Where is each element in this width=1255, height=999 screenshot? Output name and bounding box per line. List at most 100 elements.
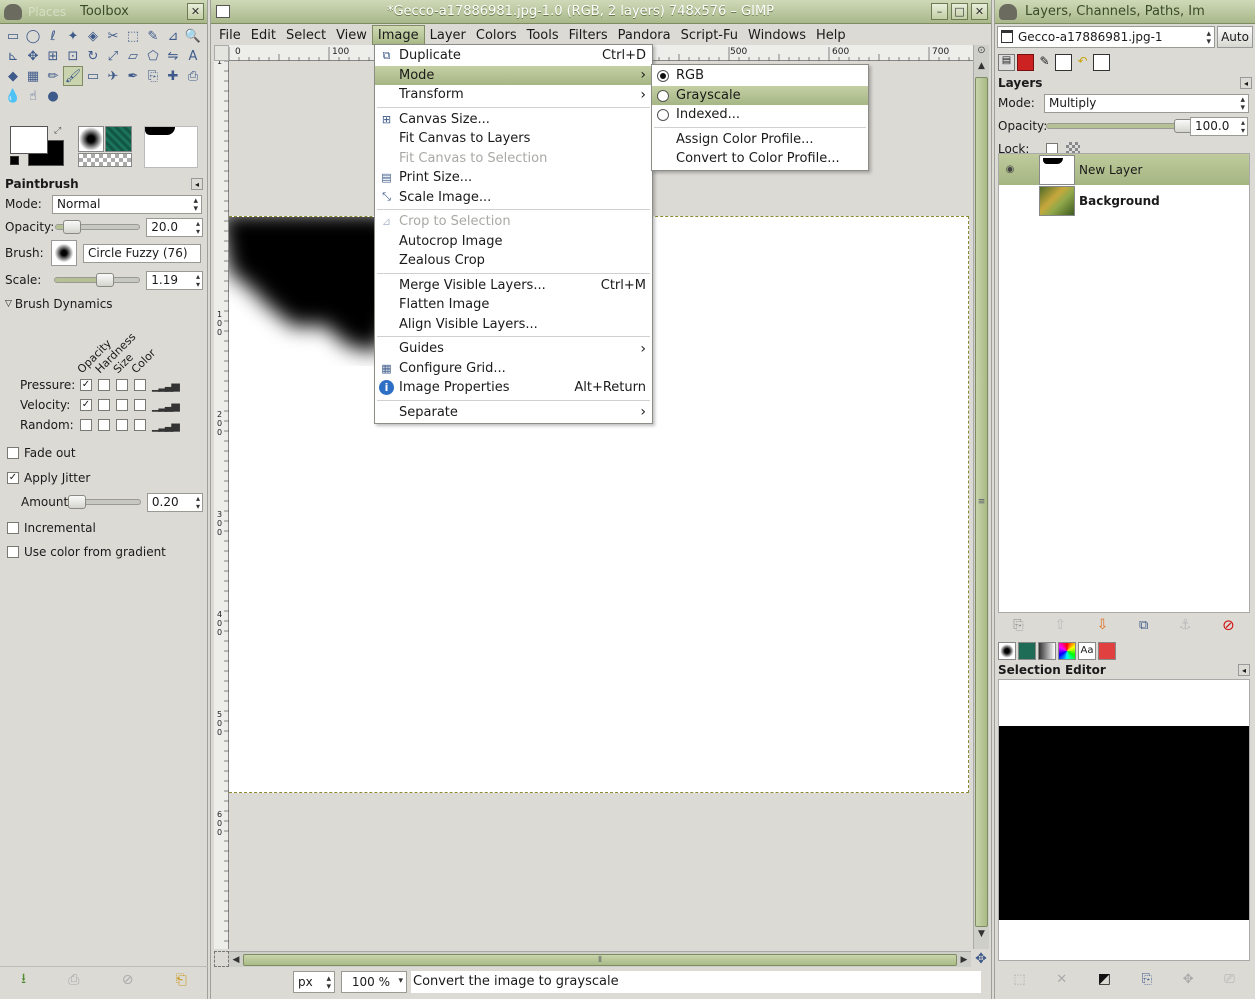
menu-item-indexed[interactable]: Indexed... [652,105,868,125]
dynamics-checkbox[interactable] [98,399,110,411]
save-to-channel-icon[interactable]: ⎘ [1142,972,1152,987]
selection-to-path-icon[interactable]: ✥ [1183,972,1194,987]
close-icon[interactable]: ✕ [971,3,988,20]
menu-file[interactable]: File [214,25,246,45]
amount-spinbox[interactable]: 0.20 ▴ ▾ [146,492,203,512]
scroll-right-icon[interactable]: ▶ [957,955,971,965]
tab-patterns[interactable] [1018,642,1036,660]
tab-images[interactable] [1093,53,1110,71]
select-none-icon[interactable]: ✕ [1056,972,1067,987]
image-select[interactable]: Gecco-a17886981.jpg-1 ▴ ▾ [997,26,1215,48]
menu-item-autocrop-image[interactable]: Autocrop Image [375,232,652,252]
fg-bg-colors[interactable]: ⤢ [10,126,66,168]
scale-icon[interactable]: ⤢ [103,46,123,66]
flip-icon[interactable]: ⇋ [163,46,183,66]
save-options-icon[interactable]: ⭳ [21,968,26,992]
tab-paths[interactable]: ✎ [1036,54,1053,71]
menu-windows[interactable]: Windows [743,25,811,45]
delete-layer-icon[interactable]: ⊘ [1222,616,1235,634]
active-gradient[interactable] [78,153,132,167]
ink-icon[interactable]: ✒ [123,66,143,86]
dynamics-checkbox[interactable] [116,419,128,431]
panel-menu-icon[interactable]: ◂ [1240,77,1252,89]
delete-options-icon[interactable]: ⊘ [122,972,134,988]
menu-help[interactable]: Help [811,25,851,45]
spin-arrows-icon[interactable]: ▴ ▾ [196,494,200,511]
tab-colormap[interactable] [1055,53,1072,71]
tab-undo[interactable]: ↶ [1074,54,1091,71]
menu-tools[interactable]: Tools [522,25,564,45]
menu-item-separate[interactable]: Separate › [375,403,652,423]
spin-arrows-icon[interactable]: ▴ ▾ [1241,118,1245,135]
stroke-selection-icon[interactable]: ⎚ [1224,972,1234,987]
menu-select[interactable]: Select [281,25,331,45]
paint-mode-select[interactable]: Normal ▴ ▾ [52,194,202,214]
menu-item-fit-canvas-to-layers[interactable]: Fit Canvas to Layers [375,129,652,149]
color-picker-icon[interactable]: ⊿ [163,26,183,46]
menu-image[interactable]: Image [371,25,425,45]
dynamics-checkbox[interactable] [134,419,146,431]
menu-item-align-visible-layers[interactable]: Align Visible Layers... [375,315,652,335]
brush-dynamics-expander[interactable]: ▽ Brush Dynamics [0,293,208,315]
perspective-clone-icon[interactable]: ⎙ [183,66,203,86]
duplicate-layer-icon[interactable]: ⧉ [1139,618,1148,633]
heal-icon[interactable]: ✚ [163,66,183,86]
tab-brushes[interactable] [998,642,1016,660]
dynamics-checkbox[interactable] [134,379,146,391]
blur-icon[interactable]: 💧 [3,86,23,106]
layer-row[interactable]: Background [999,185,1249,216]
dynamics-checkbox[interactable]: ✓ [80,399,92,411]
menu-layer[interactable]: Layer [425,25,471,45]
horizontal-scrollbar[interactable]: ◀ ⦀ ▶ [229,951,971,967]
menu-item-image-properties[interactable]: i Image Properties Alt+Return [375,378,652,398]
measure-icon[interactable]: ⊾ [3,46,23,66]
dynamics-checkbox[interactable] [98,379,110,391]
image-titlebar[interactable]: *Gecco-a17886981.jpg-1.0 (RGB, 2 layers)… [211,0,991,24]
menu-colors[interactable]: Colors [471,25,522,45]
blend-icon[interactable]: ▦ [23,66,43,86]
smudge-icon[interactable]: ☝ [23,86,43,106]
swap-colors-icon[interactable]: ⤢ [54,126,61,136]
menu-edit[interactable]: Edit [246,25,281,45]
opacity-slider[interactable] [54,220,141,234]
unit-select[interactable]: px ▴ ▾ [293,971,335,993]
shear-icon[interactable]: ▱ [123,46,143,66]
layer-row[interactable]: ◉ New Layer [999,154,1249,185]
vertical-scrollbar[interactable]: ⊙ ▲ ≡ ▼ [973,45,989,949]
apply-jitter-checkbox[interactable]: ✓ [7,472,19,484]
align-icon[interactable]: ⊞ [43,46,63,66]
use-gradient-checkbox[interactable] [7,546,19,558]
spin-arrows-icon[interactable]: ▴ ▾ [196,219,200,236]
scroll-left-icon[interactable]: ◀ [229,955,243,965]
dynamics-checkbox[interactable] [116,379,128,391]
visibility-eye-icon[interactable]: ◉ [999,164,1021,175]
menu-filters[interactable]: Filters [564,25,613,45]
layer-opacity-slider[interactable] [1046,119,1192,133]
menu-item-merge-visible-layers[interactable]: Merge Visible Layers... Ctrl+M [375,276,652,296]
scissors-icon[interactable]: ✂ [103,26,123,46]
horizontal-scroll-thumb[interactable]: ⦀ [243,953,957,966]
tab-fonts[interactable]: Aa [1078,642,1096,660]
toolbox-titlebar[interactable]: Places Toolbox ✕ [0,0,207,24]
default-colors-icon[interactable] [10,156,19,165]
anchor-layer-icon[interactable]: ⚓ [1179,617,1192,633]
layer-mode-select[interactable]: Multiply ▴ ▾ [1044,93,1249,113]
menu-item-print-size[interactable]: ▤ Print Size... [375,168,652,188]
pencil-icon[interactable]: ✏ [43,66,63,86]
airbrush-icon[interactable]: ✈ [103,66,123,86]
scale-spinbox[interactable]: 1.19 ▴ ▾ [146,270,203,290]
amount-slider[interactable] [67,495,141,509]
fade-out-checkbox[interactable] [7,447,19,459]
reset-options-icon[interactable]: ⎗ [176,972,187,988]
clone-icon[interactable]: ⎘ [143,66,163,86]
layers-dock-titlebar[interactable]: Layers, Channels, Paths, Im [995,0,1255,24]
perspective-icon[interactable]: ⬠ [143,46,163,66]
dynamics-checkbox[interactable]: ✓ [80,379,92,391]
panel-menu-icon[interactable]: ◂ [191,178,203,190]
menu-view[interactable]: View [331,25,372,45]
raise-layer-icon[interactable]: ⇧ [1054,617,1066,633]
dynamics-checkbox[interactable] [80,419,92,431]
tab-layers[interactable]: ▤ [998,53,1015,71]
menu-item-convert-to-color-profile[interactable]: Convert to Color Profile... [652,149,868,169]
active-pattern[interactable] [105,126,132,152]
